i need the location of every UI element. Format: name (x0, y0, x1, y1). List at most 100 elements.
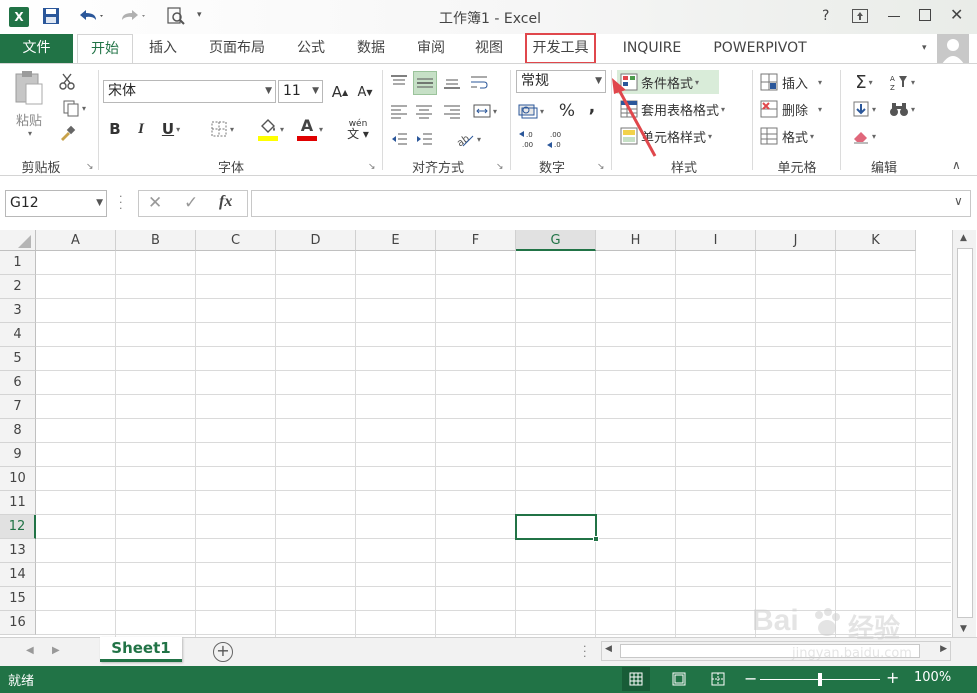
sort-dropdown-icon[interactable]: ▾ (911, 78, 915, 87)
tab-file[interactable]: 文件 (0, 34, 73, 63)
insert-function-button[interactable]: fx (219, 193, 232, 211)
row-header-4[interactable]: 4 (0, 323, 36, 347)
tab-data[interactable]: 数据 (346, 34, 396, 63)
tab-view[interactable]: 视图 (464, 34, 514, 63)
name-box[interactable]: G12 ▼ (5, 190, 107, 217)
format-cells-button[interactable]: 格式 ▾ (760, 124, 834, 148)
tab-insert[interactable]: 插入 (140, 34, 186, 63)
align-left-button[interactable] (388, 100, 410, 122)
undo-icon[interactable] (76, 6, 106, 26)
zoom-level[interactable]: 100% (914, 670, 951, 685)
insert-dropdown-icon[interactable]: ▾ (818, 78, 822, 87)
column-header-K[interactable]: K (836, 230, 916, 251)
column-header-J[interactable]: J (756, 230, 836, 251)
align-center-button[interactable] (413, 100, 435, 122)
delete-dropdown-icon[interactable]: ▾ (818, 105, 822, 114)
zoom-out-icon[interactable]: − (744, 669, 757, 688)
align-right-button[interactable] (441, 100, 463, 122)
expand-formula-bar-icon[interactable]: ∨ (954, 194, 963, 208)
row-header-5[interactable]: 5 (0, 347, 36, 371)
tab-home[interactable]: 开始 (77, 34, 133, 64)
page-layout-view-icon[interactable] (665, 667, 693, 691)
zoom-in-icon[interactable]: + (886, 668, 899, 687)
format-painter-button[interactable] (56, 124, 78, 144)
row-header-9[interactable]: 9 (0, 443, 36, 467)
print-preview-icon[interactable] (166, 6, 186, 26)
row-header-16[interactable]: 16 (0, 611, 36, 635)
decrease-font-size-button[interactable]: A ▼ (355, 81, 375, 103)
middle-align-button[interactable] (413, 71, 437, 95)
column-header-D[interactable]: D (276, 230, 356, 251)
decrease-indent-button[interactable] (388, 128, 410, 150)
increase-decimal-button[interactable]: .0.00 (516, 128, 542, 150)
avatar[interactable] (937, 34, 969, 64)
wrap-text-button[interactable] (468, 71, 490, 93)
active-cell[interactable] (515, 514, 599, 542)
merge-dropdown-icon[interactable]: ▾ (493, 107, 497, 116)
new-sheet-icon[interactable]: + (213, 642, 233, 662)
scroll-left-icon[interactable]: ◀ (605, 644, 612, 654)
top-align-button[interactable] (388, 71, 410, 93)
cell-styles-dropdown-icon[interactable]: ▾ (708, 132, 712, 141)
orientation-dropdown-icon[interactable]: ▾ (477, 135, 481, 144)
row-header-11[interactable]: 11 (0, 491, 36, 515)
borders-dropdown-icon[interactable]: ▾ (230, 125, 234, 134)
copy-button[interactable]: ▾ (56, 98, 92, 118)
clear-dropdown-icon[interactable]: ▾ (872, 132, 876, 141)
fill-handle[interactable] (593, 536, 599, 542)
tab-formulas[interactable]: 公式 (288, 34, 334, 63)
excel-logo-icon[interactable]: X (9, 7, 29, 27)
autosum-dropdown-icon[interactable]: ▾ (869, 78, 873, 87)
sheet-tab[interactable]: Sheet1 (100, 637, 182, 662)
maximize-icon[interactable] (919, 9, 931, 21)
worksheet-grid[interactable]: A B C D E F G H I J K 1 2 3 4 5 6 7 8 9 10 11 12 13 14 15 16 ▲ ▼ (0, 230, 977, 637)
row-header-3[interactable]: 3 (0, 299, 36, 323)
close-icon[interactable]: ✕ (950, 5, 963, 24)
row-header-1[interactable]: 1 (0, 251, 36, 275)
collapse-ribbon-icon[interactable]: ∧ (952, 158, 961, 172)
paste-button[interactable]: 粘贴 ▾ (8, 70, 50, 138)
paste-dropdown-icon[interactable]: ▾ (28, 129, 32, 138)
scroll-sheets-left-icon[interactable]: ◀ (26, 645, 34, 656)
accounting-format-button[interactable]: ▾ (516, 100, 546, 122)
borders-button[interactable]: ▾ (204, 118, 240, 140)
percent-button[interactable]: % (556, 100, 578, 122)
font-size-dropdown[interactable]: 11 ▼ (278, 80, 323, 103)
bottom-align-button[interactable] (441, 71, 463, 93)
font-color-button[interactable]: A ▾ (292, 116, 328, 142)
cut-button[interactable] (56, 72, 78, 92)
save-icon[interactable] (42, 7, 60, 25)
cancel-formula-icon[interactable]: ✕ (148, 193, 162, 213)
underline-dropdown-icon[interactable]: ▾ (176, 125, 180, 134)
vertical-scroll-thumb[interactable] (957, 248, 973, 618)
find-dropdown-icon[interactable]: ▾ (911, 105, 915, 114)
row-header-12[interactable]: 12 (0, 515, 36, 539)
column-header-G[interactable]: G (516, 230, 596, 251)
row-header-14[interactable]: 14 (0, 563, 36, 587)
format-table-dropdown-icon[interactable]: ▾ (721, 105, 725, 114)
tab-inquire[interactable]: INQUIRE (612, 34, 692, 63)
zoom-slider-thumb[interactable] (818, 673, 822, 686)
row-header-15[interactable]: 15 (0, 587, 36, 611)
tab-review[interactable]: 审阅 (406, 34, 456, 63)
account-dropdown-icon[interactable]: ▾ (922, 43, 927, 53)
column-header-C[interactable]: C (196, 230, 276, 251)
row-header-10[interactable]: 10 (0, 467, 36, 491)
minimize-icon[interactable] (888, 16, 900, 17)
sort-filter-button[interactable]: A Z ▾ (884, 70, 920, 94)
customize-quick-access-icon[interactable]: ▾ (197, 10, 202, 20)
alignment-launcher-icon[interactable]: ↘ (496, 162, 504, 172)
bold-button[interactable]: B (106, 118, 124, 140)
delete-cells-button[interactable]: 删除 ▾ (760, 97, 834, 121)
column-header-H[interactable]: H (596, 230, 676, 251)
page-break-view-icon[interactable] (704, 667, 732, 691)
ribbon-display-options-icon[interactable] (852, 9, 868, 23)
fill-color-button[interactable]: ▾ (253, 116, 289, 142)
column-header-F[interactable]: F (436, 230, 516, 251)
font-launcher-icon[interactable]: ↘ (368, 162, 376, 172)
insert-cells-button[interactable]: 插入 ▾ (760, 70, 834, 94)
find-select-button[interactable]: ▾ (884, 97, 920, 121)
redo-icon[interactable] (118, 6, 148, 26)
column-header-E[interactable]: E (356, 230, 436, 251)
increase-indent-button[interactable] (413, 128, 435, 150)
